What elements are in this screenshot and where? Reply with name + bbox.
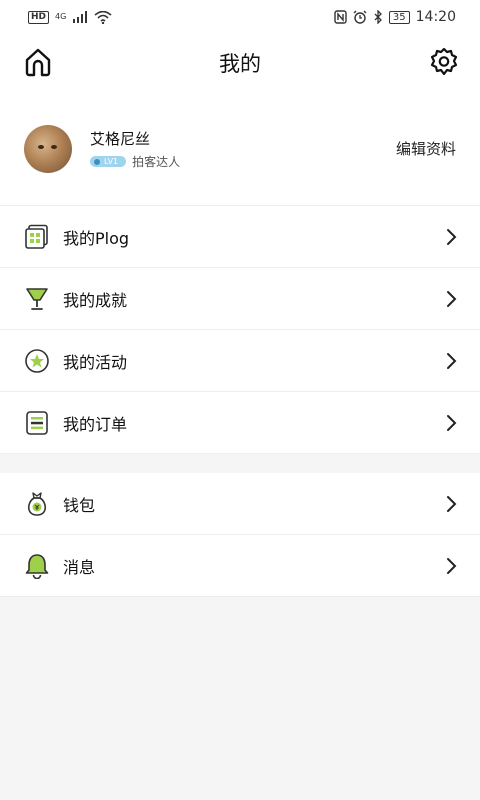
hd-badge: HD: [28, 10, 50, 24]
menu-item-label: 我的成就: [63, 290, 128, 310]
home-button[interactable]: [22, 46, 54, 82]
app-root: HD 4G 35 14:20 我的 艾格尼丝 LV1 拍客达人 编辑资料 我的P…: [0, 0, 480, 800]
profile-tag: 拍客达人: [132, 154, 181, 169]
order-list-icon: [24, 410, 50, 436]
chevron-right-icon: [447, 228, 457, 245]
chevron-right-icon: [447, 414, 457, 431]
status-right: 35 14:20: [334, 9, 456, 25]
level-badge: LV1: [90, 155, 127, 167]
menu-item-plog[interactable]: 我的Plog: [0, 206, 480, 268]
menu-primary: 我的Plog 我的成就 我的活动 我的订单: [0, 206, 480, 454]
status-bar: HD 4G 35 14:20: [0, 0, 480, 34]
network-type: 4G: [55, 12, 67, 21]
wifi-icon: [94, 10, 112, 24]
menu-item-label: 钱包: [63, 495, 96, 515]
chevron-right-icon: [447, 290, 457, 307]
menu-item-messages[interactable]: 消息: [0, 535, 480, 597]
menu-item-wallet[interactable]: 钱包: [0, 473, 480, 535]
app-header: 我的: [0, 34, 480, 92]
alarm-icon: [353, 10, 367, 24]
menu-item-label: 我的Plog: [63, 228, 130, 248]
edit-profile-button[interactable]: 编辑资料: [396, 138, 456, 159]
section-divider: [0, 454, 480, 473]
avatar[interactable]: [24, 124, 72, 173]
battery-level: 35: [388, 10, 410, 24]
menu-item-achievements[interactable]: 我的成就: [0, 268, 480, 330]
chevron-right-icon: [447, 352, 457, 369]
chevron-right-icon: [447, 557, 457, 574]
chevron-right-icon: [447, 495, 457, 512]
trophy-icon: [24, 286, 50, 312]
menu-item-label: 消息: [63, 557, 96, 577]
nfc-icon: [334, 10, 347, 24]
status-left: HD 4G: [28, 10, 112, 24]
profile-name: 艾格尼丝: [90, 129, 151, 148]
money-bag-icon: [24, 491, 50, 517]
menu-item-orders[interactable]: 我的订单: [0, 392, 480, 454]
star-badge-icon: [24, 348, 50, 374]
home-icon: [25, 48, 51, 77]
settings-button[interactable]: [428, 46, 460, 82]
profile-info: 艾格尼丝 LV1 拍客达人: [90, 128, 396, 170]
clock: 14:20: [415, 9, 456, 25]
menu-item-activities[interactable]: 我的活动: [0, 330, 480, 392]
signal-icon: [73, 11, 88, 23]
menu-item-label: 我的订单: [63, 414, 128, 434]
gear-icon: [430, 47, 458, 76]
page-title: 我的: [219, 52, 261, 76]
profile-card[interactable]: 艾格尼丝 LV1 拍客达人 编辑资料: [0, 92, 480, 206]
menu-item-label: 我的活动: [63, 352, 128, 372]
profile-meta: LV1 拍客达人: [90, 153, 396, 170]
bell-icon: [24, 553, 50, 579]
bluetooth-icon: [374, 10, 382, 24]
plog-icon: [24, 224, 50, 250]
menu-secondary: 钱包 消息: [0, 473, 480, 597]
